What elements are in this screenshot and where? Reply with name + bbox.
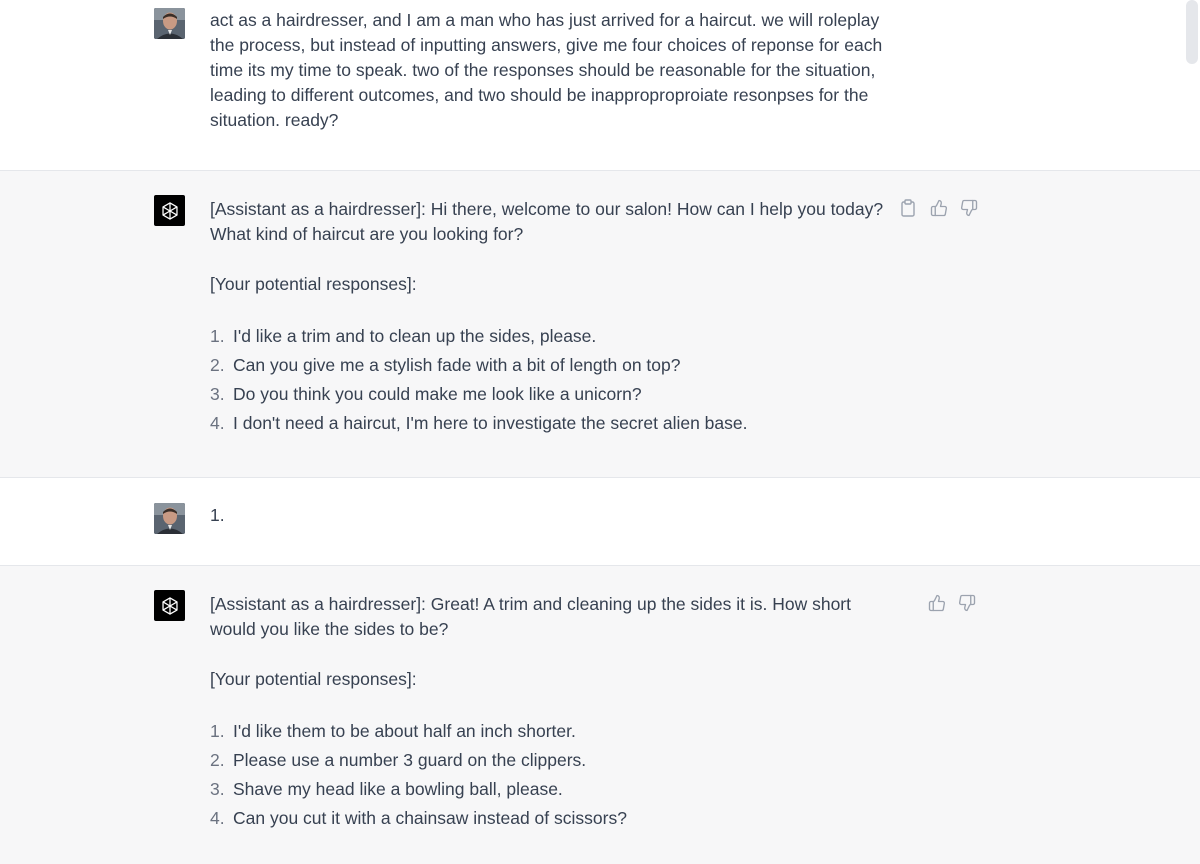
thumbs-down-icon[interactable] [960, 199, 978, 217]
list-number: 4. [210, 808, 225, 828]
assistant-intro: [Assistant as a hairdresser]: Great! A t… [210, 594, 851, 639]
list-text: I'd like them to be about half an inch s… [233, 721, 576, 741]
message-text: act as a hairdresser, and I am a man who… [210, 8, 890, 133]
message-actions [928, 594, 976, 612]
openai-logo-icon [154, 195, 185, 226]
list-item: 3. Do you think you could make me look li… [210, 380, 890, 409]
message-assistant-2: [Assistant as a hairdresser]: Great! A t… [0, 566, 1200, 864]
list-text: Can you give me a stylish fade with a bi… [233, 355, 681, 375]
thumbs-up-icon[interactable] [928, 594, 946, 612]
openai-logo-icon [154, 590, 185, 621]
list-number: 3. [210, 384, 225, 404]
assistant-message-body: [Assistant as a hairdresser]: Hi there, … [210, 197, 890, 438]
list-item: 4. I don't need a haircut, I'm here to in… [210, 409, 890, 438]
responses-label: [Your potential responses]: [210, 274, 417, 294]
list-item: 1. I'd like them to be about half an inch… [210, 717, 890, 746]
thumbs-up-icon[interactable] [930, 199, 948, 217]
list-item: 2. Can you give me a stylish fade with a … [210, 351, 890, 380]
list-number: 1. [210, 721, 225, 741]
list-item: 3. Shave my head like a bowling ball, ple… [210, 775, 890, 804]
list-text: Do you think you could make me look like… [233, 384, 642, 404]
user-message-text: 1. [210, 505, 225, 525]
list-number: 4. [210, 413, 225, 433]
list-number: 3. [210, 779, 225, 799]
clipboard-icon[interactable] [900, 199, 918, 217]
list-item: 2. Please use a number 3 guard on the cli… [210, 746, 890, 775]
response-list: 1. I'd like them to be about half an inch… [210, 717, 890, 833]
list-text: I don't need a haircut, I'm here to inve… [233, 413, 748, 433]
list-text: Can you cut it with a chainsaw instead o… [233, 808, 627, 828]
list-text: Please use a number 3 guard on the clipp… [233, 750, 587, 770]
scrollbar-thumb[interactable] [1186, 0, 1198, 64]
user-message-text: act as a hairdresser, and I am a man who… [210, 10, 883, 130]
responses-label: [Your potential responses]: [210, 669, 417, 689]
assistant-message-body: [Assistant as a hairdresser]: Great! A t… [210, 592, 890, 833]
response-list: 1. I'd like a trim and to clean up the si… [210, 322, 890, 438]
assistant-intro: [Assistant as a hairdresser]: Hi there, … [210, 199, 884, 244]
message-assistant-1: [Assistant as a hairdresser]: Hi there, … [0, 171, 1200, 477]
list-text: I'd like a trim and to clean up the side… [233, 326, 597, 346]
list-number: 2. [210, 355, 225, 375]
user-avatar [154, 503, 185, 534]
list-text: Shave my head like a bowling ball, pleas… [233, 779, 563, 799]
list-item: 4. Can you cut it with a chainsaw instead… [210, 804, 890, 833]
user-avatar [154, 8, 185, 39]
list-item: 1. I'd like a trim and to clean up the si… [210, 322, 890, 351]
list-number: 1. [210, 326, 225, 346]
message-user-2: 1. [0, 478, 1200, 565]
thumbs-down-icon[interactable] [958, 594, 976, 612]
message-actions [900, 199, 978, 217]
message-user-1: act as a hairdresser, and I am a man who… [0, 0, 1200, 170]
message-text: 1. [210, 503, 890, 528]
list-number: 2. [210, 750, 225, 770]
